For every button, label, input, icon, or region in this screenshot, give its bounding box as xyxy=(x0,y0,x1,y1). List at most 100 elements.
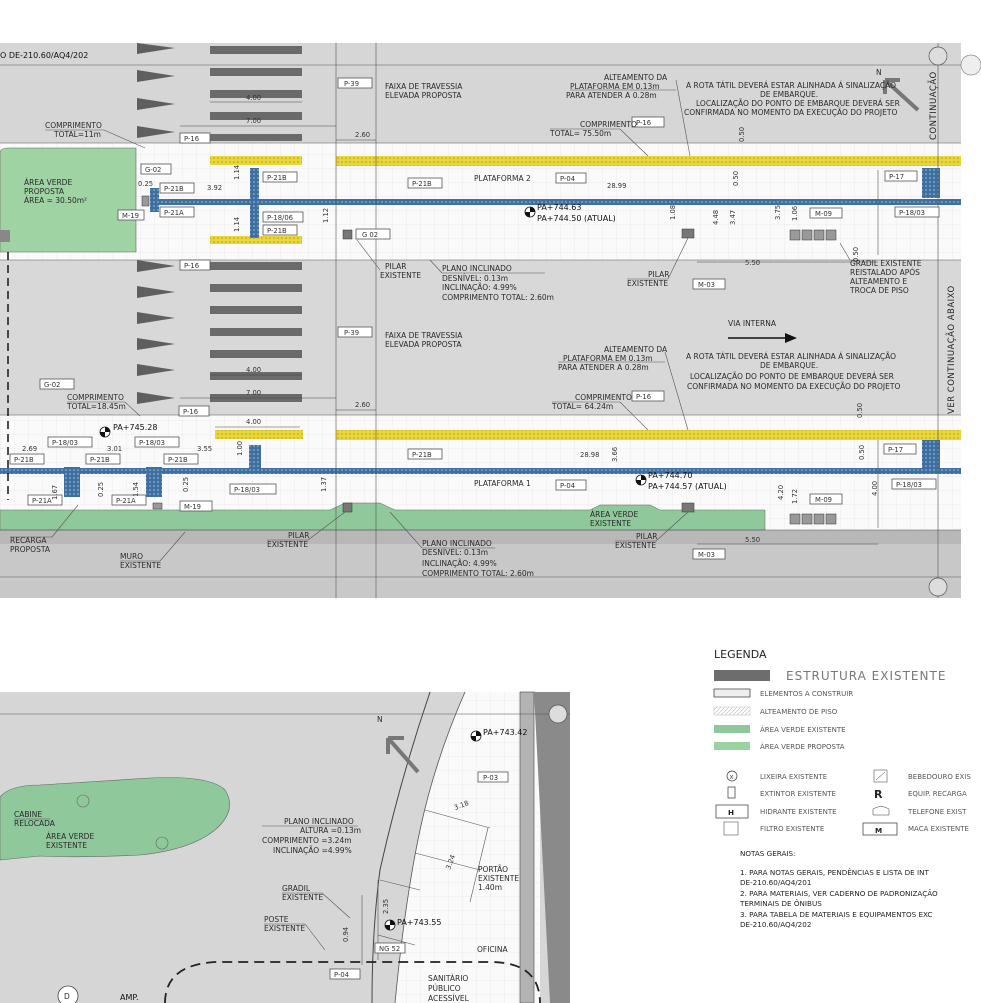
svg-text:BEBEDOURO EXIS: BEBEDOURO EXIS xyxy=(908,773,971,781)
tag-p21b-e: P-21B xyxy=(9,453,45,465)
svg-text:2.69: 2.69 xyxy=(22,445,37,453)
svg-text:P-18/03: P-18/03 xyxy=(896,481,922,489)
svg-text:COMPRIMENTO TOTAL: 2.60m: COMPRIMENTO TOTAL: 2.60m xyxy=(422,569,534,578)
svg-text:ÁREA VERDE PROPOSTA: ÁREA VERDE PROPOSTA xyxy=(760,742,845,751)
svg-text:2. PARA MATERIAIS, VER CADE: 2. PARA MATERIAIS, VER CADERNO DE PADRON… xyxy=(740,889,938,898)
svg-text:28.98: 28.98 xyxy=(580,451,599,459)
svg-text:EXISTENTE: EXISTENTE xyxy=(46,841,87,850)
tag-p16-d: P-16 xyxy=(631,390,665,402)
tactile-guide-end-p2 xyxy=(922,168,940,198)
svg-text:PA+744.63: PA+744.63 xyxy=(537,203,581,212)
svg-text:PLANO INCLINADO: PLANO INCLINADO xyxy=(284,817,354,826)
svg-text:MACA EXISTENTE: MACA EXISTENTE xyxy=(908,825,969,833)
svg-text:0.25: 0.25 xyxy=(97,482,105,497)
svg-text:CONFIRMADA NO MOMENTO DA EXECU: CONFIRMADA NO MOMENTO DA EXECUÇÃO DO PRO… xyxy=(687,382,900,391)
svg-text:2.60: 2.60 xyxy=(355,401,370,409)
svg-text:1. PARA NOTAS GERAIS, PENDÊ: 1. PARA NOTAS GERAIS, PENDÊNCIAS E LISTA… xyxy=(740,868,929,877)
tag-p21a-c: P-21A xyxy=(111,494,147,506)
tactile-guide-vertical-p2 xyxy=(250,168,259,238)
svg-text:PA+744.70: PA+744.70 xyxy=(648,471,692,480)
svg-text:FILTRO EXISTENTE: FILTRO EXISTENTE xyxy=(760,825,824,833)
svg-text:1.12: 1.12 xyxy=(322,208,330,223)
svg-text:H: H xyxy=(728,808,734,817)
tag-p39-top: P-39 xyxy=(337,77,373,89)
svg-text:PILAR: PILAR xyxy=(636,532,657,541)
svg-text:RECARGA: RECARGA xyxy=(10,536,47,545)
svg-text:LOCALIZAÇÃO DO PONTO DE EMBARQ: LOCALIZAÇÃO DO PONTO DE EMBARQUE DEVERÁ … xyxy=(690,372,894,381)
tag-p21b-f: P-21B xyxy=(85,453,121,465)
svg-text:ALTEAMENTO E: ALTEAMENTO E xyxy=(850,277,907,286)
svg-text:ELEMENTOS A CONSTRUIR: ELEMENTOS A CONSTRUIR xyxy=(760,690,853,698)
tag-p21b-c: P-21B xyxy=(262,224,298,236)
svg-text:3.55: 3.55 xyxy=(197,445,212,453)
legend-swatch-floor-raise xyxy=(713,706,751,716)
svg-text:M-03: M-03 xyxy=(698,281,715,289)
svg-text:ALTEAMENTO DA: ALTEAMENTO DA xyxy=(604,345,668,354)
svg-text:1.14: 1.14 xyxy=(233,165,241,180)
tag-p04-b: P-04 xyxy=(555,479,587,491)
svg-text:P-21B: P-21B xyxy=(267,227,287,235)
tag-p1803-a: P-18/03 xyxy=(894,206,940,218)
svg-text:5.50: 5.50 xyxy=(745,259,760,267)
svg-text:P-18/03: P-18/03 xyxy=(234,486,260,494)
svg-text:P-04: P-04 xyxy=(560,482,575,490)
svg-text:P-18/03: P-18/03 xyxy=(52,439,78,447)
svg-text:TOTAL=18.45m: TOTAL=18.45m xyxy=(66,402,126,411)
svg-text:A ROTA TÁTIL DEVERÁ ESTAR ALIN: A ROTA TÁTIL DEVERÁ ESTAR ALINHADA Á SIN… xyxy=(686,81,896,90)
svg-text:P-04: P-04 xyxy=(560,175,575,183)
svg-text:3.01: 3.01 xyxy=(107,445,122,453)
svg-text:3. PARA TABELA DE MATERIAIS: 3. PARA TABELA DE MATERIAIS E EQUIPAMENT… xyxy=(740,910,932,919)
legend-swatch-structure xyxy=(714,670,770,681)
svg-text:PILAR: PILAR xyxy=(385,262,406,271)
svg-text:P-39: P-39 xyxy=(344,80,359,88)
svg-text:1.72: 1.72 xyxy=(791,489,799,504)
svg-text:INCLINAÇÃO: 4.99%: INCLINAÇÃO: 4.99% xyxy=(422,559,497,568)
svg-text:P-21B: P-21B xyxy=(168,456,188,464)
svg-text:0.50: 0.50 xyxy=(858,445,866,460)
grid-axis-marker-top xyxy=(928,46,948,66)
svg-text:28.99: 28.99 xyxy=(607,182,626,190)
svg-text:TERMINAIS DE ÔNIBUS: TERMINAIS DE ÔNIBUS xyxy=(739,899,822,908)
tactile-guide-vertical-p1 xyxy=(249,445,261,473)
tactile-guide-line-p1 xyxy=(0,468,961,474)
svg-text:P-21B: P-21B xyxy=(14,456,34,464)
svg-text:P-21B: P-21B xyxy=(412,451,432,459)
svg-text:4.00: 4.00 xyxy=(246,418,261,426)
tag-g02-a: G-02 xyxy=(140,163,172,175)
svg-text:SANITÁRIO: SANITÁRIO xyxy=(428,974,468,983)
bottom-plan: N P-03 P-04 NG 52 PA+743.42 PA+743.55 CA… xyxy=(0,691,570,1003)
svg-text:DE EMBARQUE.: DE EMBARQUE. xyxy=(760,361,818,370)
svg-text:M-19: M-19 xyxy=(122,212,139,220)
grid-axis-marker-lower xyxy=(548,704,568,724)
svg-text:2.60: 2.60 xyxy=(355,131,370,139)
svg-text:PLATAFORMA 2: PLATAFORMA 2 xyxy=(474,174,531,183)
svg-text:0.50: 0.50 xyxy=(732,171,740,186)
svg-text:EXTINTOR EXISTENTE: EXTINTOR EXISTENTE xyxy=(760,790,836,798)
svg-text:P-21B: P-21B xyxy=(267,174,287,182)
svg-text:P-18/06: P-18/06 xyxy=(267,214,293,222)
tag-p04-a: P-04 xyxy=(555,172,587,184)
svg-text:P-21A: P-21A xyxy=(164,209,184,217)
svg-text:COMPRIMENTO: COMPRIMENTO xyxy=(67,393,124,402)
svg-text:PILAR: PILAR xyxy=(648,270,669,279)
tag-p1803-c: P-18/03 xyxy=(134,436,180,448)
svg-text:DE-210.60/AQ4/201: DE-210.60/AQ4/201 xyxy=(740,878,811,887)
tag-p21b-a: P-21B xyxy=(159,182,195,194)
svg-text:COMPRIMENTO TOTAL: 2.60m: COMPRIMENTO TOTAL: 2.60m xyxy=(442,293,554,302)
tactile-guide-vertical-p1-b xyxy=(146,467,162,497)
svg-text:P-21B: P-21B xyxy=(164,185,184,193)
svg-text:P-21B: P-21B xyxy=(90,456,110,464)
svg-text:RELOCADA: RELOCADA xyxy=(14,819,56,828)
svg-text:P-21A: P-21A xyxy=(116,497,136,505)
tag-p1806: P-18/06 xyxy=(262,211,304,223)
tag-m19-b: M-19 xyxy=(179,500,213,512)
legend-recharge-icon: R xyxy=(874,788,883,801)
svg-text:PÚBLICO: PÚBLICO xyxy=(428,984,461,993)
drawing-reference: O DE-210.60/AQ4/202 xyxy=(0,51,88,60)
svg-text:0.50: 0.50 xyxy=(738,127,746,142)
tag-g02-c: G-02 xyxy=(39,378,75,390)
svg-text:TOTAL=11m: TOTAL=11m xyxy=(53,130,101,139)
tag-m09-b: M-09 xyxy=(809,493,843,505)
svg-text:PARA ATENDER A 0.28m: PARA ATENDER A 0.28m xyxy=(558,363,649,372)
svg-text:A ROTA TÁTIL DEVERÁ ESTAR ALIN: A ROTA TÁTIL DEVERÁ ESTAR ALINHADA Á SIN… xyxy=(686,352,896,361)
